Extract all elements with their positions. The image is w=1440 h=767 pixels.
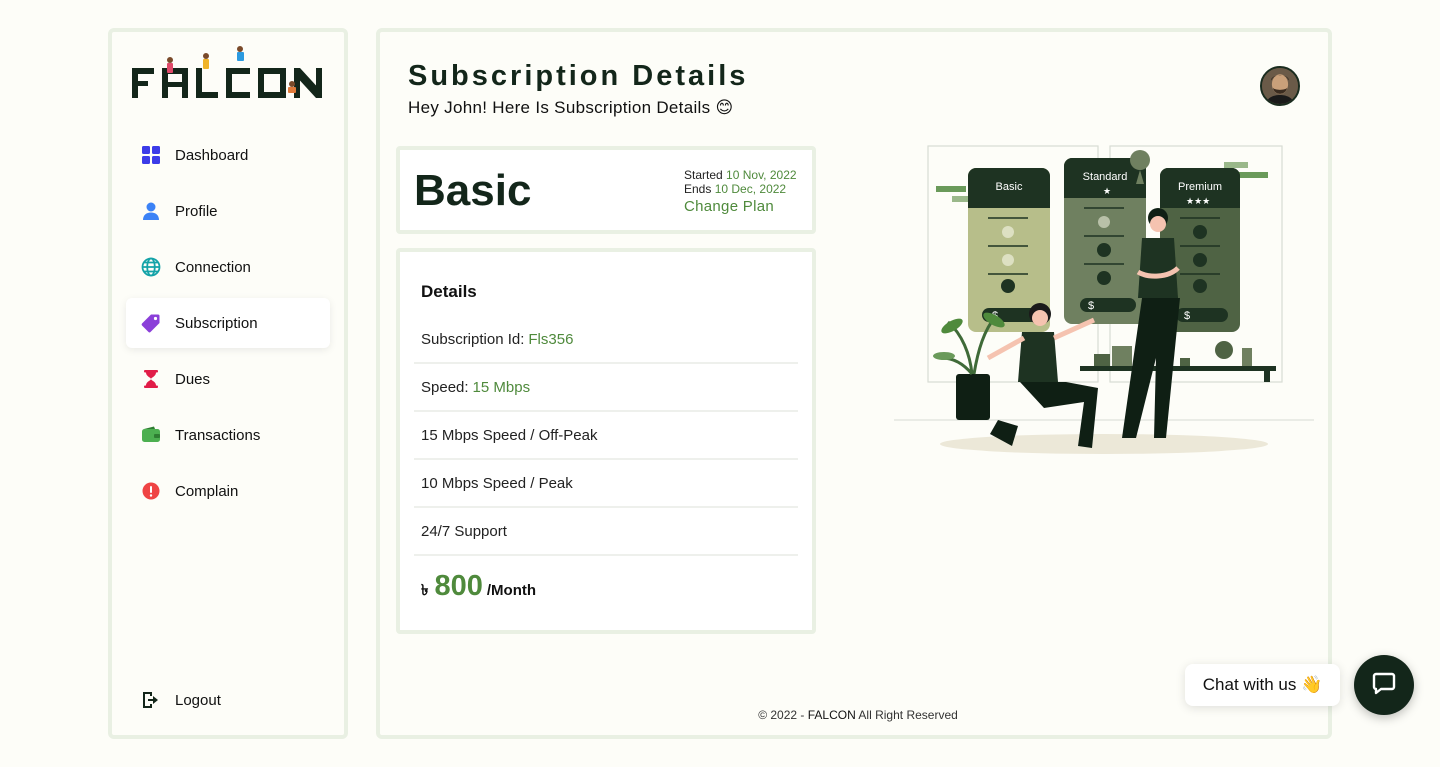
speed-label: Speed: bbox=[421, 378, 469, 396]
chat-launcher-button[interactable] bbox=[1354, 655, 1414, 715]
sidebar-item-label: Subscription bbox=[175, 314, 258, 332]
details-card: Details Subscription Id: Fls356 Speed: 1… bbox=[396, 248, 816, 634]
feature-row: 15 Mbps Speed / Off-Peak bbox=[414, 412, 798, 460]
sidebar-item-connection[interactable]: Connection bbox=[126, 242, 330, 292]
plan-price: ৳ 800 /Month bbox=[421, 570, 536, 604]
chat-label: Chat with us 👋 bbox=[1202, 675, 1323, 694]
ends-label: Ends bbox=[684, 182, 712, 196]
tier-label: Premium bbox=[1178, 181, 1222, 193]
plan-card: Basic Started 10 Nov, 2022 Ends 10 Dec, … bbox=[396, 146, 816, 234]
sidebar-item-label: Dues bbox=[175, 370, 211, 388]
plan-name: Basic bbox=[414, 166, 532, 215]
price-period: /Month bbox=[486, 582, 537, 599]
change-plan-link[interactable]: Change Plan bbox=[684, 198, 774, 215]
main-content: Subscription Details Hey John! Here Is S… bbox=[376, 28, 1332, 739]
page-subtitle: Hey John! Here Is Subscription Details 😊 bbox=[408, 98, 734, 117]
sidebar-item-subscription[interactable]: Subscription bbox=[126, 298, 330, 348]
sidebar-item-label: Connection bbox=[175, 258, 251, 276]
sidebar-item-label: Complain bbox=[175, 482, 239, 500]
chat-icon bbox=[1372, 671, 1396, 700]
feature-row: 10 Mbps Speed / Peak bbox=[414, 460, 798, 508]
subscription-id-label: Subscription Id: bbox=[421, 330, 525, 348]
sidebar-nav: Dashboard Profile Connection Subscriptio… bbox=[126, 130, 330, 522]
tier-price-symbol: $ bbox=[1184, 310, 1190, 322]
user-icon bbox=[140, 200, 162, 222]
currency-symbol: ৳ bbox=[421, 582, 429, 599]
start-date: 10 Nov, 2022 bbox=[726, 168, 797, 182]
speed-row: Speed: 15 Mbps bbox=[414, 364, 798, 412]
page-title: Subscription Details bbox=[408, 60, 749, 92]
feature-row: 24/7 Support bbox=[414, 508, 798, 556]
price-amount: 800 bbox=[434, 570, 483, 602]
footer: © 2022 - FALCON All Right Reserved bbox=[380, 708, 1336, 722]
details-title: Details bbox=[421, 282, 477, 301]
falcon-logo[interactable] bbox=[130, 46, 330, 106]
sidebar-item-dashboard[interactable]: Dashboard bbox=[126, 130, 330, 180]
logout-icon bbox=[140, 689, 162, 711]
logout-button[interactable]: Logout bbox=[126, 675, 330, 725]
sidebar-item-label: Transactions bbox=[175, 426, 261, 444]
speed-value: 15 Mbps bbox=[472, 378, 531, 396]
tier-price-symbol: $ bbox=[1088, 300, 1094, 312]
footer-brand: FALCON bbox=[807, 708, 856, 722]
subscription-id-value: Fls356 bbox=[528, 330, 574, 348]
logout-label: Logout bbox=[175, 691, 221, 709]
dashboard-grid-icon bbox=[140, 144, 162, 166]
tier-label: Standard bbox=[1083, 171, 1128, 183]
sidebar-item-complain[interactable]: Complain bbox=[126, 466, 330, 516]
footer-prefix: © 2022 - bbox=[758, 708, 808, 722]
sidebar-item-transactions[interactable]: Transactions bbox=[126, 410, 330, 460]
hourglass-icon bbox=[140, 368, 162, 390]
footer-suffix: All Right Reserved bbox=[855, 708, 958, 722]
sidebar: Dashboard Profile Connection Subscriptio… bbox=[108, 28, 348, 739]
sidebar-item-profile[interactable]: Profile bbox=[126, 186, 330, 236]
tier-stars: ★ bbox=[1103, 187, 1111, 197]
chat-with-us-bubble[interactable]: Chat with us 👋 bbox=[1185, 664, 1340, 706]
globe-icon bbox=[140, 256, 162, 278]
avatar[interactable] bbox=[1260, 66, 1300, 106]
sidebar-item-label: Dashboard bbox=[175, 146, 249, 164]
wallet-icon bbox=[140, 424, 162, 446]
sidebar-item-label: Profile bbox=[175, 202, 218, 220]
tag-icon bbox=[140, 312, 162, 334]
plan-dates: Started 10 Nov, 2022 Ends 10 Dec, 2022 bbox=[684, 168, 797, 196]
sidebar-item-dues[interactable]: Dues bbox=[126, 354, 330, 404]
pricing-illustration: Basic $ Standard ★ $ Premium ★★★ bbox=[894, 142, 1318, 462]
tier-label: Basic bbox=[996, 181, 1023, 193]
subscription-id-row: Subscription Id: Fls356 bbox=[414, 316, 798, 364]
tier-stars: ★★★ bbox=[1186, 197, 1210, 207]
end-date: 10 Dec, 2022 bbox=[714, 182, 787, 196]
alert-icon bbox=[140, 480, 162, 502]
started-label: Started bbox=[684, 168, 723, 182]
